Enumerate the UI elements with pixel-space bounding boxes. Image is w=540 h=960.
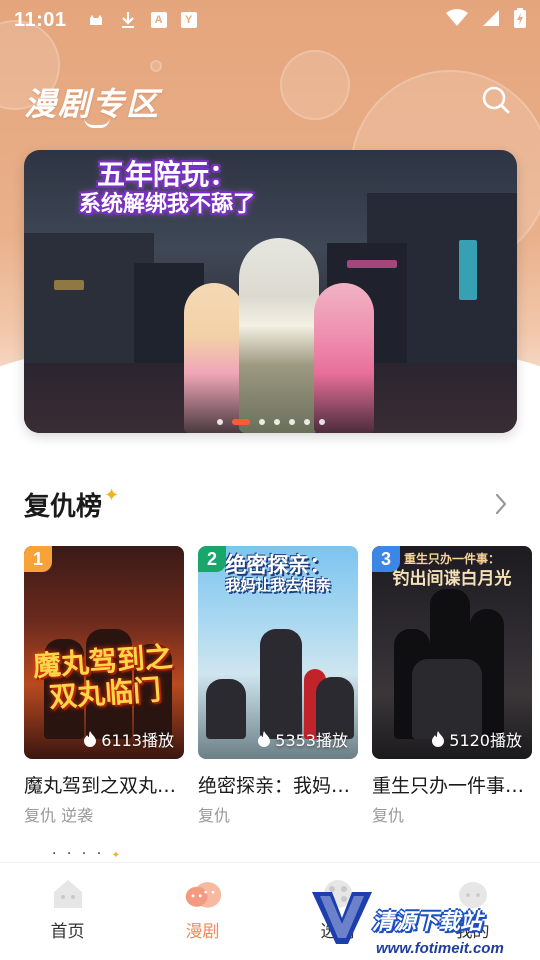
section-header: 复仇榜 ✦ <box>24 484 516 524</box>
status-bar: 11:01 A Y <box>0 0 540 40</box>
play-count-text: 6113播放 <box>101 731 174 750</box>
sparkle-icon: ✦ <box>111 850 123 861</box>
carousel-dot[interactable] <box>303 419 310 425</box>
section-title: 复仇榜 <box>24 491 103 522</box>
banner-title-line2: 系统解绑我不舔了 <box>78 191 255 217</box>
banner-art <box>459 240 477 300</box>
drama-cover[interactable]: 魔丸驾到之 双丸临门 1 6113播放 <box>24 546 184 759</box>
banner-character <box>239 238 319 433</box>
flame-icon <box>258 731 271 747</box>
signal-icon <box>482 9 500 32</box>
nav-item-home[interactable]: 首页 <box>0 863 135 960</box>
watermark-text: 清源下载站 <box>372 910 483 935</box>
status-system-icons <box>446 7 526 33</box>
cover-art <box>372 589 532 739</box>
nav-label: 漫剧 <box>185 922 220 942</box>
banner-character <box>314 283 374 433</box>
banner-art <box>347 260 397 268</box>
carousel-dot[interactable] <box>258 419 265 425</box>
carousel-dot[interactable] <box>318 419 325 425</box>
ranking-list: 魔丸驾到之 双丸临门 1 6113播放 魔丸驾到之双丸临门 复仇 逆袭 绝密探亲… <box>24 546 534 826</box>
anime-face-icon <box>183 877 223 911</box>
carousel-dot[interactable] <box>273 419 280 425</box>
carousel-dot-active[interactable] <box>231 419 250 425</box>
banner-title-line1: 五年陪玩： <box>96 158 237 191</box>
nav-item-anime[interactable]: 漫剧 <box>135 863 270 960</box>
watermark-logo-icon <box>312 892 372 944</box>
cat-icon <box>87 11 105 29</box>
header-bar: 漫剧专区 <box>24 72 520 132</box>
nav-label: 首页 <box>50 922 85 942</box>
drama-tags: 复仇 <box>198 806 231 825</box>
drama-cover[interactable]: 重生只办一件事： 钓出间谍白月光 3 5120播放 <box>372 546 532 759</box>
banner-title: 五年陪玩： 系统解绑我不舔了 <box>62 158 272 217</box>
rank-badge: 3 <box>372 546 400 572</box>
decor-bubble <box>150 60 162 72</box>
drama-title: 绝密探亲：我妈让我去相亲 <box>198 775 358 797</box>
play-count: 5120播放 <box>431 727 522 751</box>
battery-charging-icon <box>514 7 526 33</box>
y-icon: Y <box>180 12 197 28</box>
search-icon <box>482 86 510 114</box>
featured-banner[interactable]: 五年陪玩： 系统解绑我不舔了 <box>24 150 517 433</box>
status-notification-icons: A Y <box>87 11 197 29</box>
carousel-dot[interactable] <box>288 419 295 425</box>
flame-icon <box>84 731 97 747</box>
carousel-indicator <box>24 419 517 425</box>
play-count: 5353播放 <box>257 727 348 751</box>
home-icon <box>48 877 88 911</box>
download-icon <box>119 11 137 29</box>
drama-cover[interactable]: 绝密探亲： 我妈让我去相亲 2 5353播放 <box>198 546 358 759</box>
cover-art <box>198 629 358 739</box>
banner-art <box>54 280 84 290</box>
banner-character <box>184 283 244 433</box>
carousel-dot[interactable] <box>216 419 223 425</box>
smile-decoration <box>84 118 110 128</box>
drama-title: 魔丸驾到之双丸临门 <box>24 775 184 797</box>
drama-tags: 复仇 逆袭 <box>24 806 94 825</box>
watermark-url: www.fotimeit.com <box>376 940 504 957</box>
rank-badge: 1 <box>24 546 52 572</box>
drama-tags: 复仇 <box>372 806 405 825</box>
play-count: 6113播放 <box>83 727 174 751</box>
drama-card[interactable]: 魔丸驾到之 双丸临门 1 6113播放 魔丸驾到之双丸临门 复仇 逆袭 <box>24 546 184 826</box>
section-more-button[interactable] <box>486 489 516 519</box>
chevron-right-icon <box>495 493 507 515</box>
search-button[interactable] <box>476 80 516 120</box>
sparkle-icon: ✦ <box>104 484 120 506</box>
wifi-icon <box>446 8 468 32</box>
flame-icon <box>432 731 445 747</box>
play-count-text: 5120播放 <box>449 731 522 750</box>
rank-badge: 2 <box>198 546 226 572</box>
drama-card[interactable]: 重生只办一件事： 钓出间谍白月光 3 5120播放 重生只办一件事：钓出间谍白月… <box>372 546 532 826</box>
drama-card[interactable]: 绝密探亲： 我妈让我去相亲 2 5353播放 绝密探亲：我妈让我去相亲 复仇 <box>198 546 358 826</box>
play-count-text: 5353播放 <box>275 731 348 750</box>
a-icon: A <box>150 12 167 28</box>
drama-title: 重生只办一件事：钓出间谍白月光 <box>372 775 532 797</box>
site-watermark: 清源下载站 www.fotimeit.com <box>310 886 530 960</box>
status-time: 11:01 <box>14 8 67 31</box>
cover-title: 魔丸驾到之 双丸临门 <box>31 640 174 715</box>
next-section-header: · · · · ✦ <box>52 846 123 862</box>
